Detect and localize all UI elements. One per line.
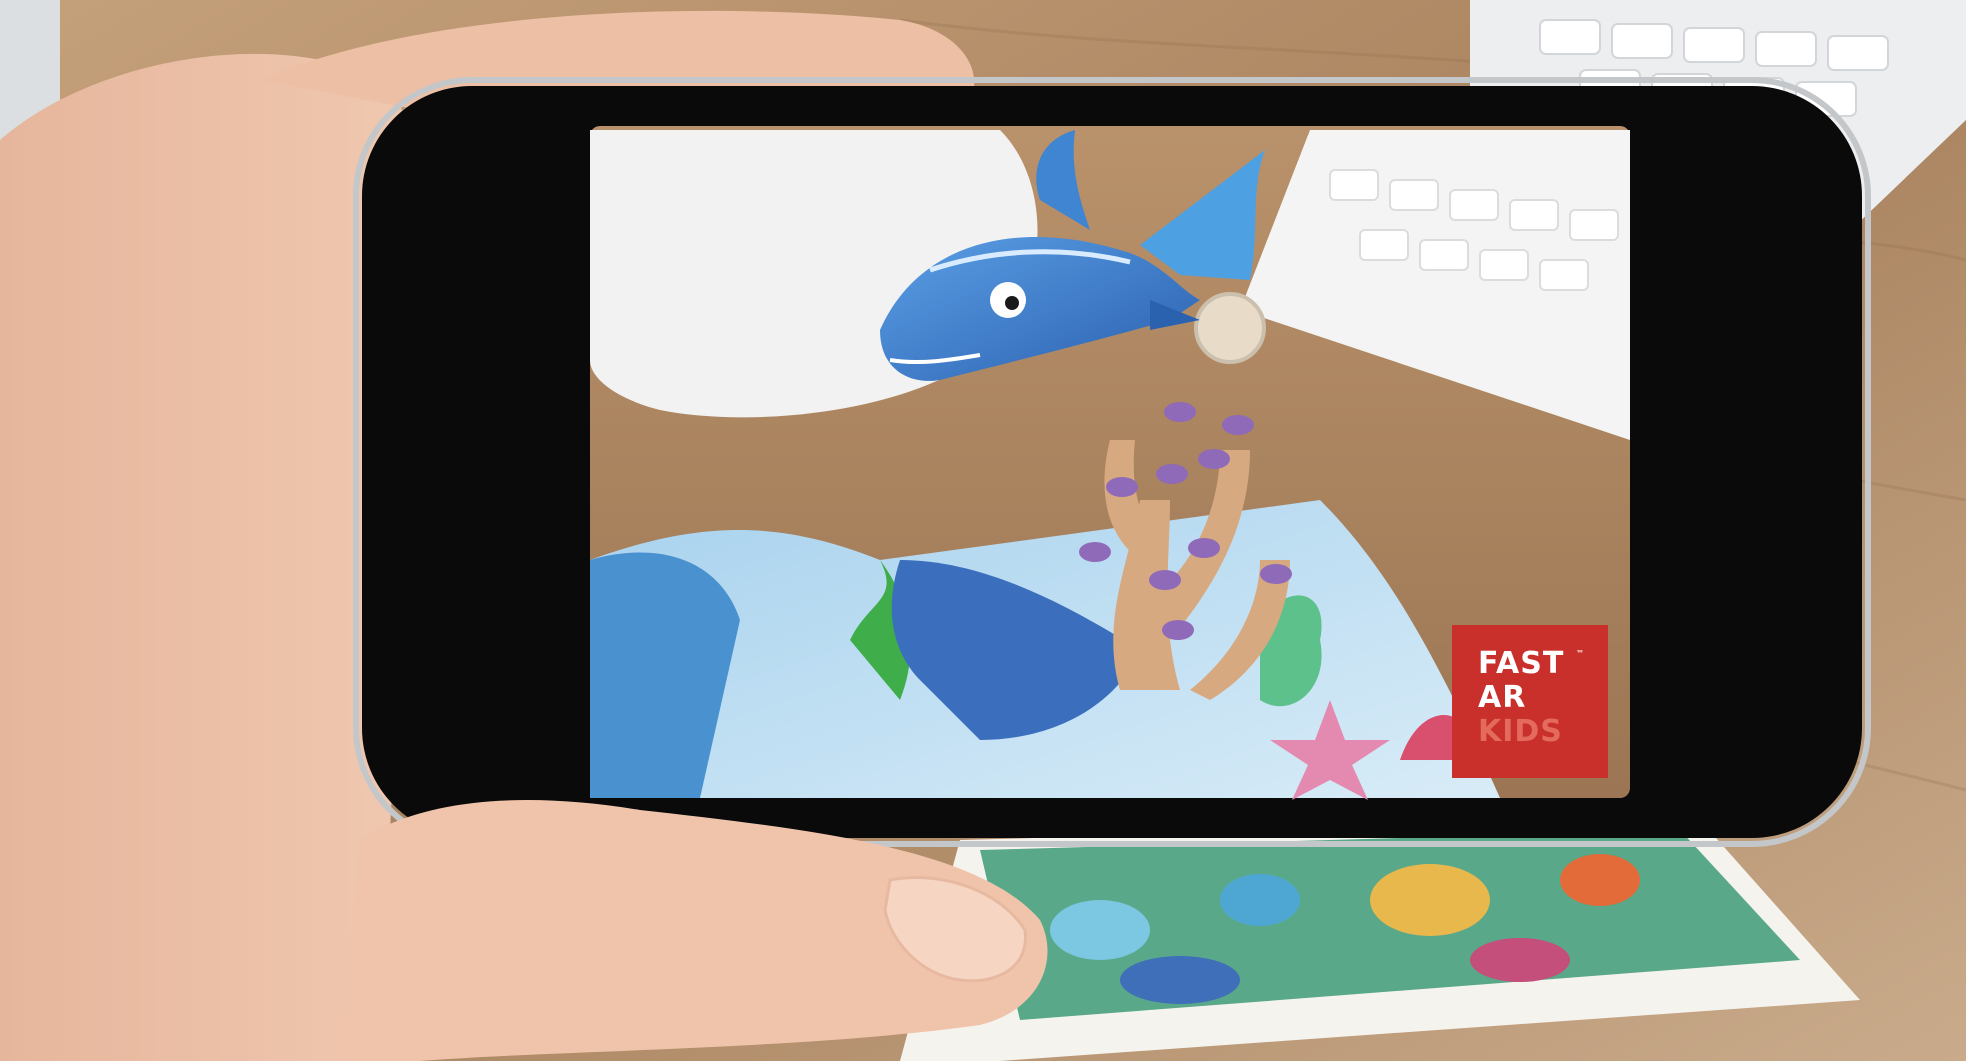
logo-line-kids: KIDS (1478, 714, 1563, 749)
logo-line-ar: AR (1478, 680, 1527, 715)
photo-scene (0, 0, 1966, 1061)
screen-knob (1194, 292, 1266, 364)
logo-line-fast: FAST (1478, 646, 1565, 681)
fast-ar-kids-logo: ™ FAST AR KIDS (1452, 625, 1608, 778)
logo-trademark: ™ (1576, 649, 1584, 658)
